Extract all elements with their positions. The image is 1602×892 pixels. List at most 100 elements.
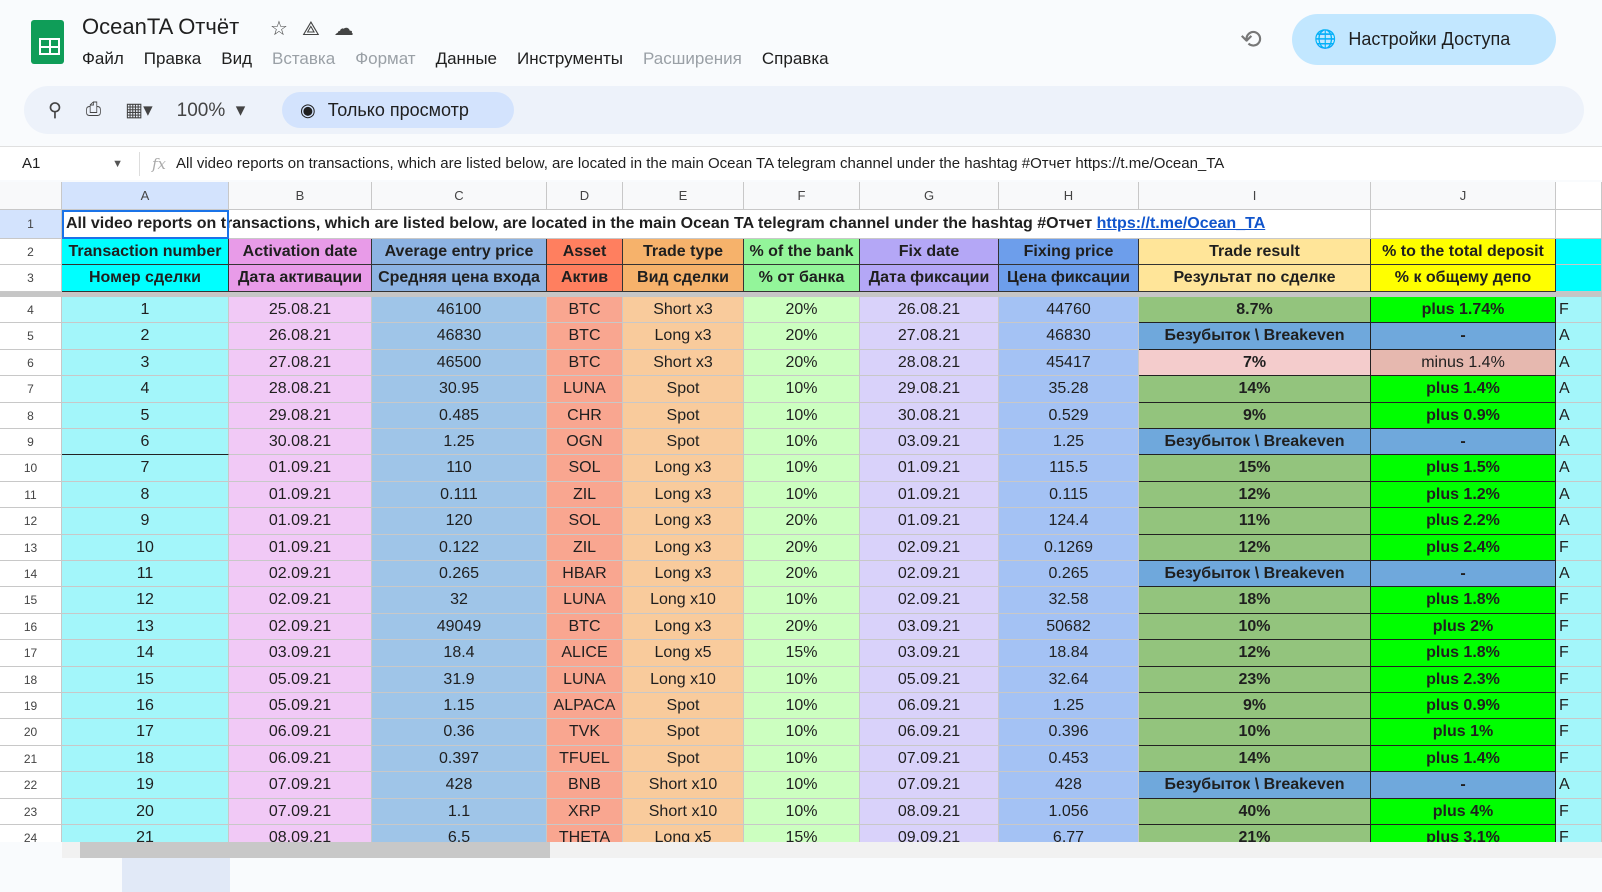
zoom-select[interactable]: 100% ▾ xyxy=(177,99,246,122)
header-cell[interactable]: Цена фиксации xyxy=(999,265,1139,292)
horizontal-scrollbar[interactable] xyxy=(62,842,1602,858)
row-header[interactable]: 19 xyxy=(0,693,62,719)
data-cell-K[interactable]: F xyxy=(1556,746,1602,772)
data-cell-K[interactable]: F xyxy=(1556,693,1602,719)
data-cell-D[interactable]: BTC xyxy=(547,323,623,350)
data-cell-E[interactable]: Spot xyxy=(623,746,744,772)
data-cell-K[interactable]: F xyxy=(1556,614,1602,640)
data-cell-I[interactable]: Безубыток \ Breakeven xyxy=(1139,323,1371,350)
data-cell-H[interactable]: 32.64 xyxy=(999,667,1139,693)
row-header[interactable]: 23 xyxy=(0,799,62,825)
data-cell-C[interactable]: 0.485 xyxy=(372,403,547,429)
data-cell-F[interactable]: 10% xyxy=(744,746,860,772)
data-cell-K[interactable]: A xyxy=(1556,772,1602,799)
data-cell-B[interactable]: 27.08.21 xyxy=(229,350,372,376)
data-cell-G[interactable]: 01.09.21 xyxy=(860,482,999,508)
data-cell-J[interactable]: plus 1.8% xyxy=(1371,587,1556,614)
data-cell-A[interactable]: 14 xyxy=(62,640,229,667)
data-cell-C[interactable]: 1.15 xyxy=(372,693,547,719)
data-cell-D[interactable]: LUNA xyxy=(547,587,623,614)
data-cell-B[interactable]: 01.09.21 xyxy=(229,455,372,482)
data-cell-K[interactable]: A xyxy=(1556,561,1602,587)
data-cell-C[interactable]: 32 xyxy=(372,587,547,614)
data-cell-J[interactable]: plus 4% xyxy=(1371,799,1556,825)
data-cell-E[interactable]: Long x5 xyxy=(623,640,744,667)
data-cell-B[interactable]: 01.09.21 xyxy=(229,482,372,508)
data-cell-C[interactable]: 46100 xyxy=(372,297,547,323)
data-cell-E[interactable]: Long x3 xyxy=(623,614,744,640)
data-cell-G[interactable]: 06.09.21 xyxy=(860,693,999,719)
data-cell-F[interactable]: 20% xyxy=(744,614,860,640)
data-cell-I[interactable]: 23% xyxy=(1139,667,1371,693)
data-cell-E[interactable]: Short x3 xyxy=(623,297,744,323)
data-cell-J[interactable]: - xyxy=(1371,323,1556,350)
column-header-J[interactable]: J xyxy=(1371,182,1556,210)
data-cell-J[interactable]: plus 1.74% xyxy=(1371,297,1556,323)
data-cell-H[interactable]: 0.1269 xyxy=(999,535,1139,561)
data-cell-A[interactable]: 3 xyxy=(62,350,229,376)
data-cell-G[interactable]: 03.09.21 xyxy=(860,640,999,667)
column-header-B[interactable]: B xyxy=(229,182,372,210)
data-cell-E[interactable]: Spot xyxy=(623,693,744,719)
telegram-link[interactable]: https://t.me/Ocean_TA xyxy=(1097,215,1266,233)
data-cell-D[interactable]: SOL xyxy=(547,508,623,535)
data-cell-D[interactable]: THETA xyxy=(547,825,623,842)
header-cell[interactable]: Средняя цена входа xyxy=(372,265,547,292)
data-cell-H[interactable]: 46830 xyxy=(999,323,1139,350)
cell-J1[interactable] xyxy=(1371,210,1556,239)
search-icon[interactable]: ⚲ xyxy=(48,99,62,122)
data-cell-D[interactable]: ALPACA xyxy=(547,693,623,719)
data-cell-E[interactable]: Spot xyxy=(623,719,744,746)
data-cell-B[interactable]: 07.09.21 xyxy=(229,799,372,825)
header-cell[interactable]: Актив xyxy=(547,265,623,292)
data-cell-G[interactable]: 08.09.21 xyxy=(860,799,999,825)
data-cell-F[interactable]: 20% xyxy=(744,297,860,323)
data-cell-K[interactable]: F xyxy=(1556,667,1602,693)
data-cell-C[interactable]: 0.36 xyxy=(372,719,547,746)
data-cell-B[interactable]: 26.08.21 xyxy=(229,323,372,350)
data-cell-H[interactable]: 32.58 xyxy=(999,587,1139,614)
data-cell-A[interactable]: 4 xyxy=(62,376,229,403)
data-cell-H[interactable]: 1.25 xyxy=(999,693,1139,719)
data-cell-G[interactable]: 02.09.21 xyxy=(860,587,999,614)
data-cell-H[interactable]: 428 xyxy=(999,772,1139,799)
column-header-C[interactable]: C xyxy=(372,182,547,210)
data-cell-B[interactable]: 03.09.21 xyxy=(229,640,372,667)
header-cell[interactable]: % от банка xyxy=(744,265,860,292)
header-cell[interactable]: Результат по сделке xyxy=(1139,265,1371,292)
row-header[interactable]: 5 xyxy=(0,323,62,350)
column-header-G[interactable]: G xyxy=(860,182,999,210)
data-cell-K[interactable]: F xyxy=(1556,799,1602,825)
data-cell-C[interactable]: 6.5 xyxy=(372,825,547,842)
column-header-H[interactable]: H xyxy=(999,182,1139,210)
column-header-K[interactable] xyxy=(1556,182,1602,210)
data-cell-C[interactable]: 0.397 xyxy=(372,746,547,772)
data-cell-D[interactable]: BTC xyxy=(547,350,623,376)
data-cell-D[interactable]: BTC xyxy=(547,614,623,640)
data-cell-J[interactable]: plus 1.4% xyxy=(1371,376,1556,403)
data-cell-D[interactable]: ZIL xyxy=(547,535,623,561)
data-cell-G[interactable]: 02.09.21 xyxy=(860,535,999,561)
header-cell-K[interactable] xyxy=(1556,265,1602,292)
data-cell-C[interactable]: 1.1 xyxy=(372,799,547,825)
data-cell-I[interactable]: 12% xyxy=(1139,535,1371,561)
data-cell-A[interactable]: 17 xyxy=(62,719,229,746)
data-cell-I[interactable]: Безубыток \ Breakeven xyxy=(1139,772,1371,799)
data-cell-K[interactable]: A xyxy=(1556,482,1602,508)
data-cell-B[interactable]: 02.09.21 xyxy=(229,587,372,614)
data-cell-F[interactable]: 10% xyxy=(744,693,860,719)
row-header[interactable]: 9 xyxy=(0,429,62,455)
data-cell-K[interactable]: A xyxy=(1556,508,1602,535)
data-cell-G[interactable]: 06.09.21 xyxy=(860,719,999,746)
data-cell-A[interactable]: 15 xyxy=(62,667,229,693)
data-cell-J[interactable]: plus 1.2% xyxy=(1371,482,1556,508)
data-cell-E[interactable]: Long x3 xyxy=(623,535,744,561)
column-header-D[interactable]: D xyxy=(547,182,623,210)
print-icon[interactable]: ⎙ xyxy=(86,99,101,121)
data-cell-K[interactable]: A xyxy=(1556,429,1602,455)
data-cell-I[interactable]: Безубыток \ Breakeven xyxy=(1139,561,1371,587)
column-header-E[interactable]: E xyxy=(623,182,744,210)
data-cell-J[interactable]: minus 1.4% xyxy=(1371,350,1556,376)
data-cell-G[interactable]: 28.08.21 xyxy=(860,350,999,376)
data-cell-B[interactable]: 08.09.21 xyxy=(229,825,372,842)
